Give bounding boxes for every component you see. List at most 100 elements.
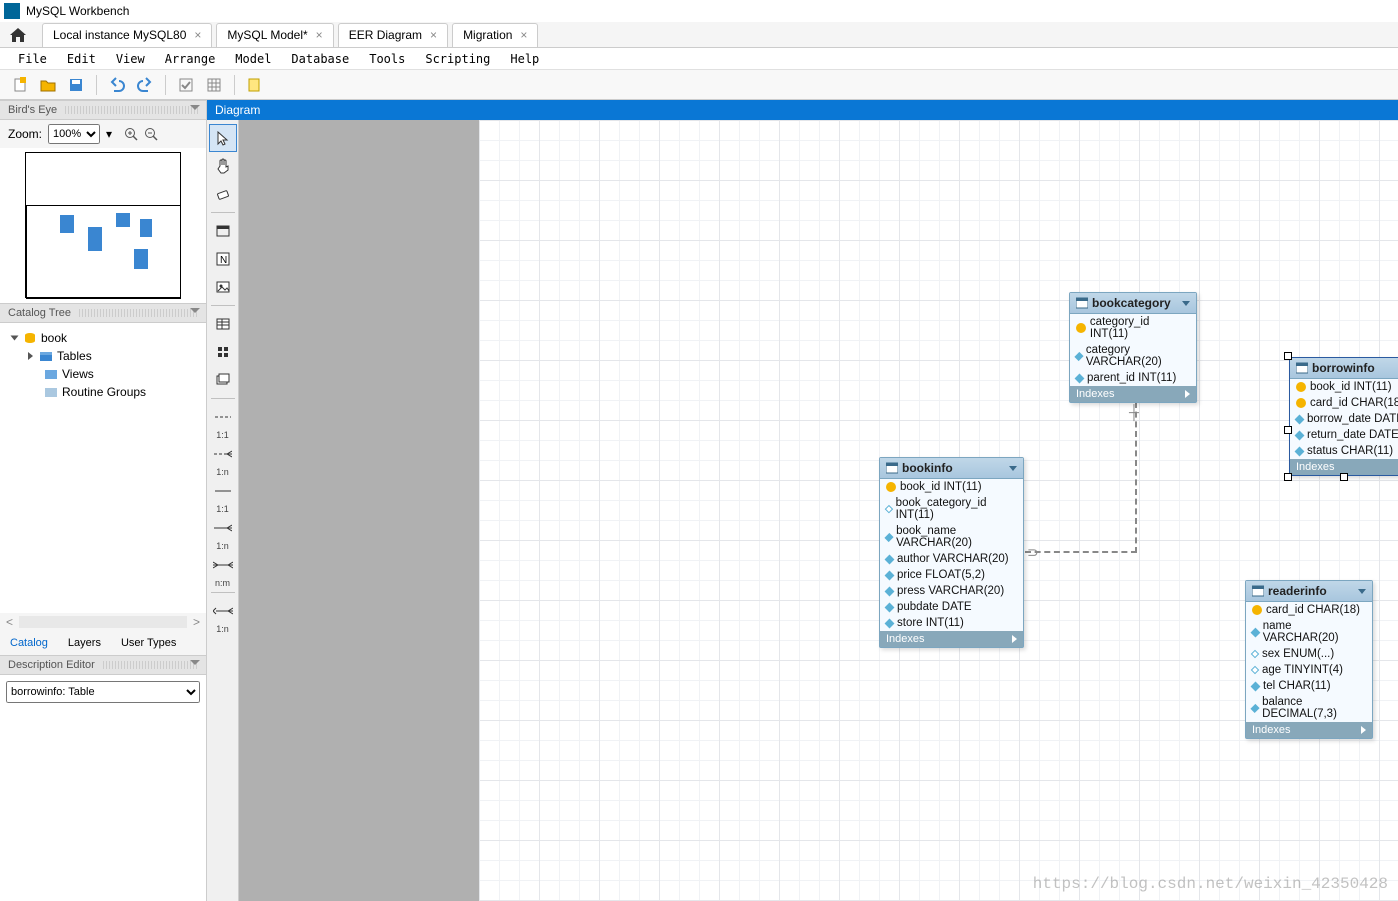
open-file-button[interactable] — [36, 73, 60, 97]
column-row[interactable]: return_date DATE — [1290, 427, 1398, 443]
table-bookcategory[interactable]: bookcategory category_id INT(11) categor… — [1069, 292, 1197, 403]
column-row[interactable]: sex ENUM(...) — [1246, 646, 1372, 662]
tab-user-types[interactable]: User Types — [111, 633, 186, 653]
rel-1-n-id-tool[interactable] — [209, 514, 237, 542]
rel-existing-tool[interactable] — [209, 597, 237, 625]
indexes-footer[interactable]: Indexes — [1070, 386, 1196, 402]
column-row[interactable]: status CHAR(11) — [1290, 443, 1398, 459]
view-tool[interactable] — [209, 338, 237, 366]
zoom-dropdown-icon[interactable]: ▾ — [106, 127, 112, 141]
tree-views-node[interactable]: Views — [8, 365, 198, 383]
resize-handle[interactable] — [1284, 352, 1292, 360]
save-button[interactable] — [64, 73, 88, 97]
routine-group-tool[interactable] — [209, 366, 237, 394]
eraser-tool[interactable] — [209, 180, 237, 208]
column-row[interactable]: parent_id INT(11) — [1070, 370, 1196, 386]
column-row[interactable]: book_category_id INT(11) — [880, 495, 1023, 523]
rel-1-n-nonid-tool[interactable] — [209, 440, 237, 468]
column-row[interactable]: balance DECIMAL(7,3) — [1246, 694, 1372, 722]
table-borrowinfo[interactable]: borrowinfo book_id INT(11) card_id CHAR(… — [1289, 357, 1398, 476]
menu-file[interactable]: File — [8, 49, 57, 69]
birdseye-viewport[interactable] — [26, 205, 181, 299]
rel-n-m-tool[interactable] — [209, 551, 237, 579]
column-row[interactable]: name VARCHAR(20) — [1246, 618, 1372, 646]
indexes-footer[interactable]: Indexes — [880, 631, 1023, 647]
column-row[interactable]: pubdate DATE — [880, 599, 1023, 615]
diagram-canvas[interactable]: ⊃ ┼ bookcategory category_id INT(11) cat… — [239, 120, 1398, 901]
layer-tool[interactable] — [209, 217, 237, 245]
menu-help[interactable]: Help — [500, 49, 549, 69]
table-header[interactable]: bookcategory — [1070, 293, 1196, 314]
grid-button[interactable] — [202, 73, 226, 97]
resize-handle[interactable] — [1284, 473, 1292, 481]
zoom-in-icon[interactable] — [124, 127, 138, 141]
hand-tool[interactable] — [209, 152, 237, 180]
tab-mysql-model[interactable]: MySQL Model* × — [216, 23, 333, 47]
redo-button[interactable] — [133, 73, 157, 97]
column-row[interactable]: book_id INT(11) — [880, 479, 1023, 495]
column-row[interactable]: category_id INT(11) — [1070, 314, 1196, 342]
resize-handle[interactable] — [1340, 473, 1348, 481]
pointer-tool[interactable] — [209, 124, 237, 152]
column-row[interactable]: author VARCHAR(20) — [880, 551, 1023, 567]
menu-edit[interactable]: Edit — [57, 49, 106, 69]
column-row[interactable]: tel CHAR(11) — [1246, 678, 1372, 694]
column-row[interactable]: category VARCHAR(20) — [1070, 342, 1196, 370]
column-row[interactable]: book_name VARCHAR(20) — [880, 523, 1023, 551]
birds-eye-header[interactable]: Bird's Eye — [0, 100, 206, 120]
tree-db-node[interactable]: book — [8, 329, 198, 347]
table-bookinfo[interactable]: bookinfo book_id INT(11) book_category_i… — [879, 457, 1024, 648]
column-row[interactable]: card_id CHAR(18) — [1246, 602, 1372, 618]
catalog-tree-header[interactable]: Catalog Tree — [0, 303, 206, 323]
table-tool[interactable] — [209, 310, 237, 338]
relationship-line[interactable] — [1135, 402, 1137, 553]
resize-handle[interactable] — [1284, 426, 1292, 434]
menu-view[interactable]: View — [106, 49, 155, 69]
column-row[interactable]: card_id CHAR(18) — [1290, 395, 1398, 411]
description-editor-header[interactable]: Description Editor — [0, 655, 206, 675]
note-tool[interactable]: N — [209, 245, 237, 273]
column-row[interactable]: store INT(11) — [880, 615, 1023, 631]
menu-database[interactable]: Database — [281, 49, 359, 69]
tab-layers[interactable]: Layers — [58, 633, 111, 653]
table-header[interactable]: readerinfo — [1246, 581, 1372, 602]
tab-catalog[interactable]: Catalog — [0, 633, 58, 653]
close-icon[interactable]: × — [430, 28, 437, 42]
table-header[interactable]: borrowinfo — [1290, 358, 1398, 379]
undo-button[interactable] — [105, 73, 129, 97]
table-readerinfo[interactable]: readerinfo card_id CHAR(18) name VARCHAR… — [1245, 580, 1373, 739]
column-row[interactable]: price FLOAT(5,2) — [880, 567, 1023, 583]
table-header[interactable]: bookinfo — [880, 458, 1023, 479]
tree-routine-groups-node[interactable]: Routine Groups — [8, 383, 198, 401]
relationship-line[interactable] — [1025, 551, 1137, 553]
menu-model[interactable]: Model — [225, 49, 281, 69]
catalog-scrollbar[interactable]: < > — [0, 613, 206, 631]
home-tab[interactable] — [4, 23, 32, 47]
tab-migration[interactable]: Migration × — [452, 23, 538, 47]
rel-1-1-nonid-tool[interactable] — [209, 403, 237, 431]
collapse-icon[interactable] — [1009, 466, 1017, 471]
column-row[interactable]: borrow_date DATE — [1290, 411, 1398, 427]
validate-button[interactable] — [174, 73, 198, 97]
new-file-button[interactable] — [8, 73, 32, 97]
menu-scripting[interactable]: Scripting — [415, 49, 500, 69]
menu-arrange[interactable]: Arrange — [155, 49, 226, 69]
column-row[interactable]: age TINYINT(4) — [1246, 662, 1372, 678]
collapse-icon[interactable] — [1358, 589, 1366, 594]
notes-button[interactable] — [243, 73, 267, 97]
close-icon[interactable]: × — [316, 28, 323, 42]
zoom-out-icon[interactable] — [144, 127, 158, 141]
menu-tools[interactable]: Tools — [359, 49, 415, 69]
tree-tables-node[interactable]: Tables — [8, 347, 198, 365]
birds-eye-view[interactable] — [0, 148, 206, 303]
zoom-select[interactable]: 100% — [48, 124, 100, 144]
indexes-footer[interactable]: Indexes — [1246, 722, 1372, 738]
close-icon[interactable]: × — [520, 28, 527, 42]
tab-local-instance[interactable]: Local instance MySQL80 × — [42, 23, 212, 47]
description-object-select[interactable]: borrowinfo: Table — [6, 681, 200, 703]
close-icon[interactable]: × — [194, 28, 201, 42]
rel-1-1-id-tool[interactable] — [209, 477, 237, 505]
collapse-icon[interactable] — [1182, 301, 1190, 306]
tab-eer-diagram[interactable]: EER Diagram × — [338, 23, 448, 47]
column-row[interactable]: book_id INT(11) — [1290, 379, 1398, 395]
